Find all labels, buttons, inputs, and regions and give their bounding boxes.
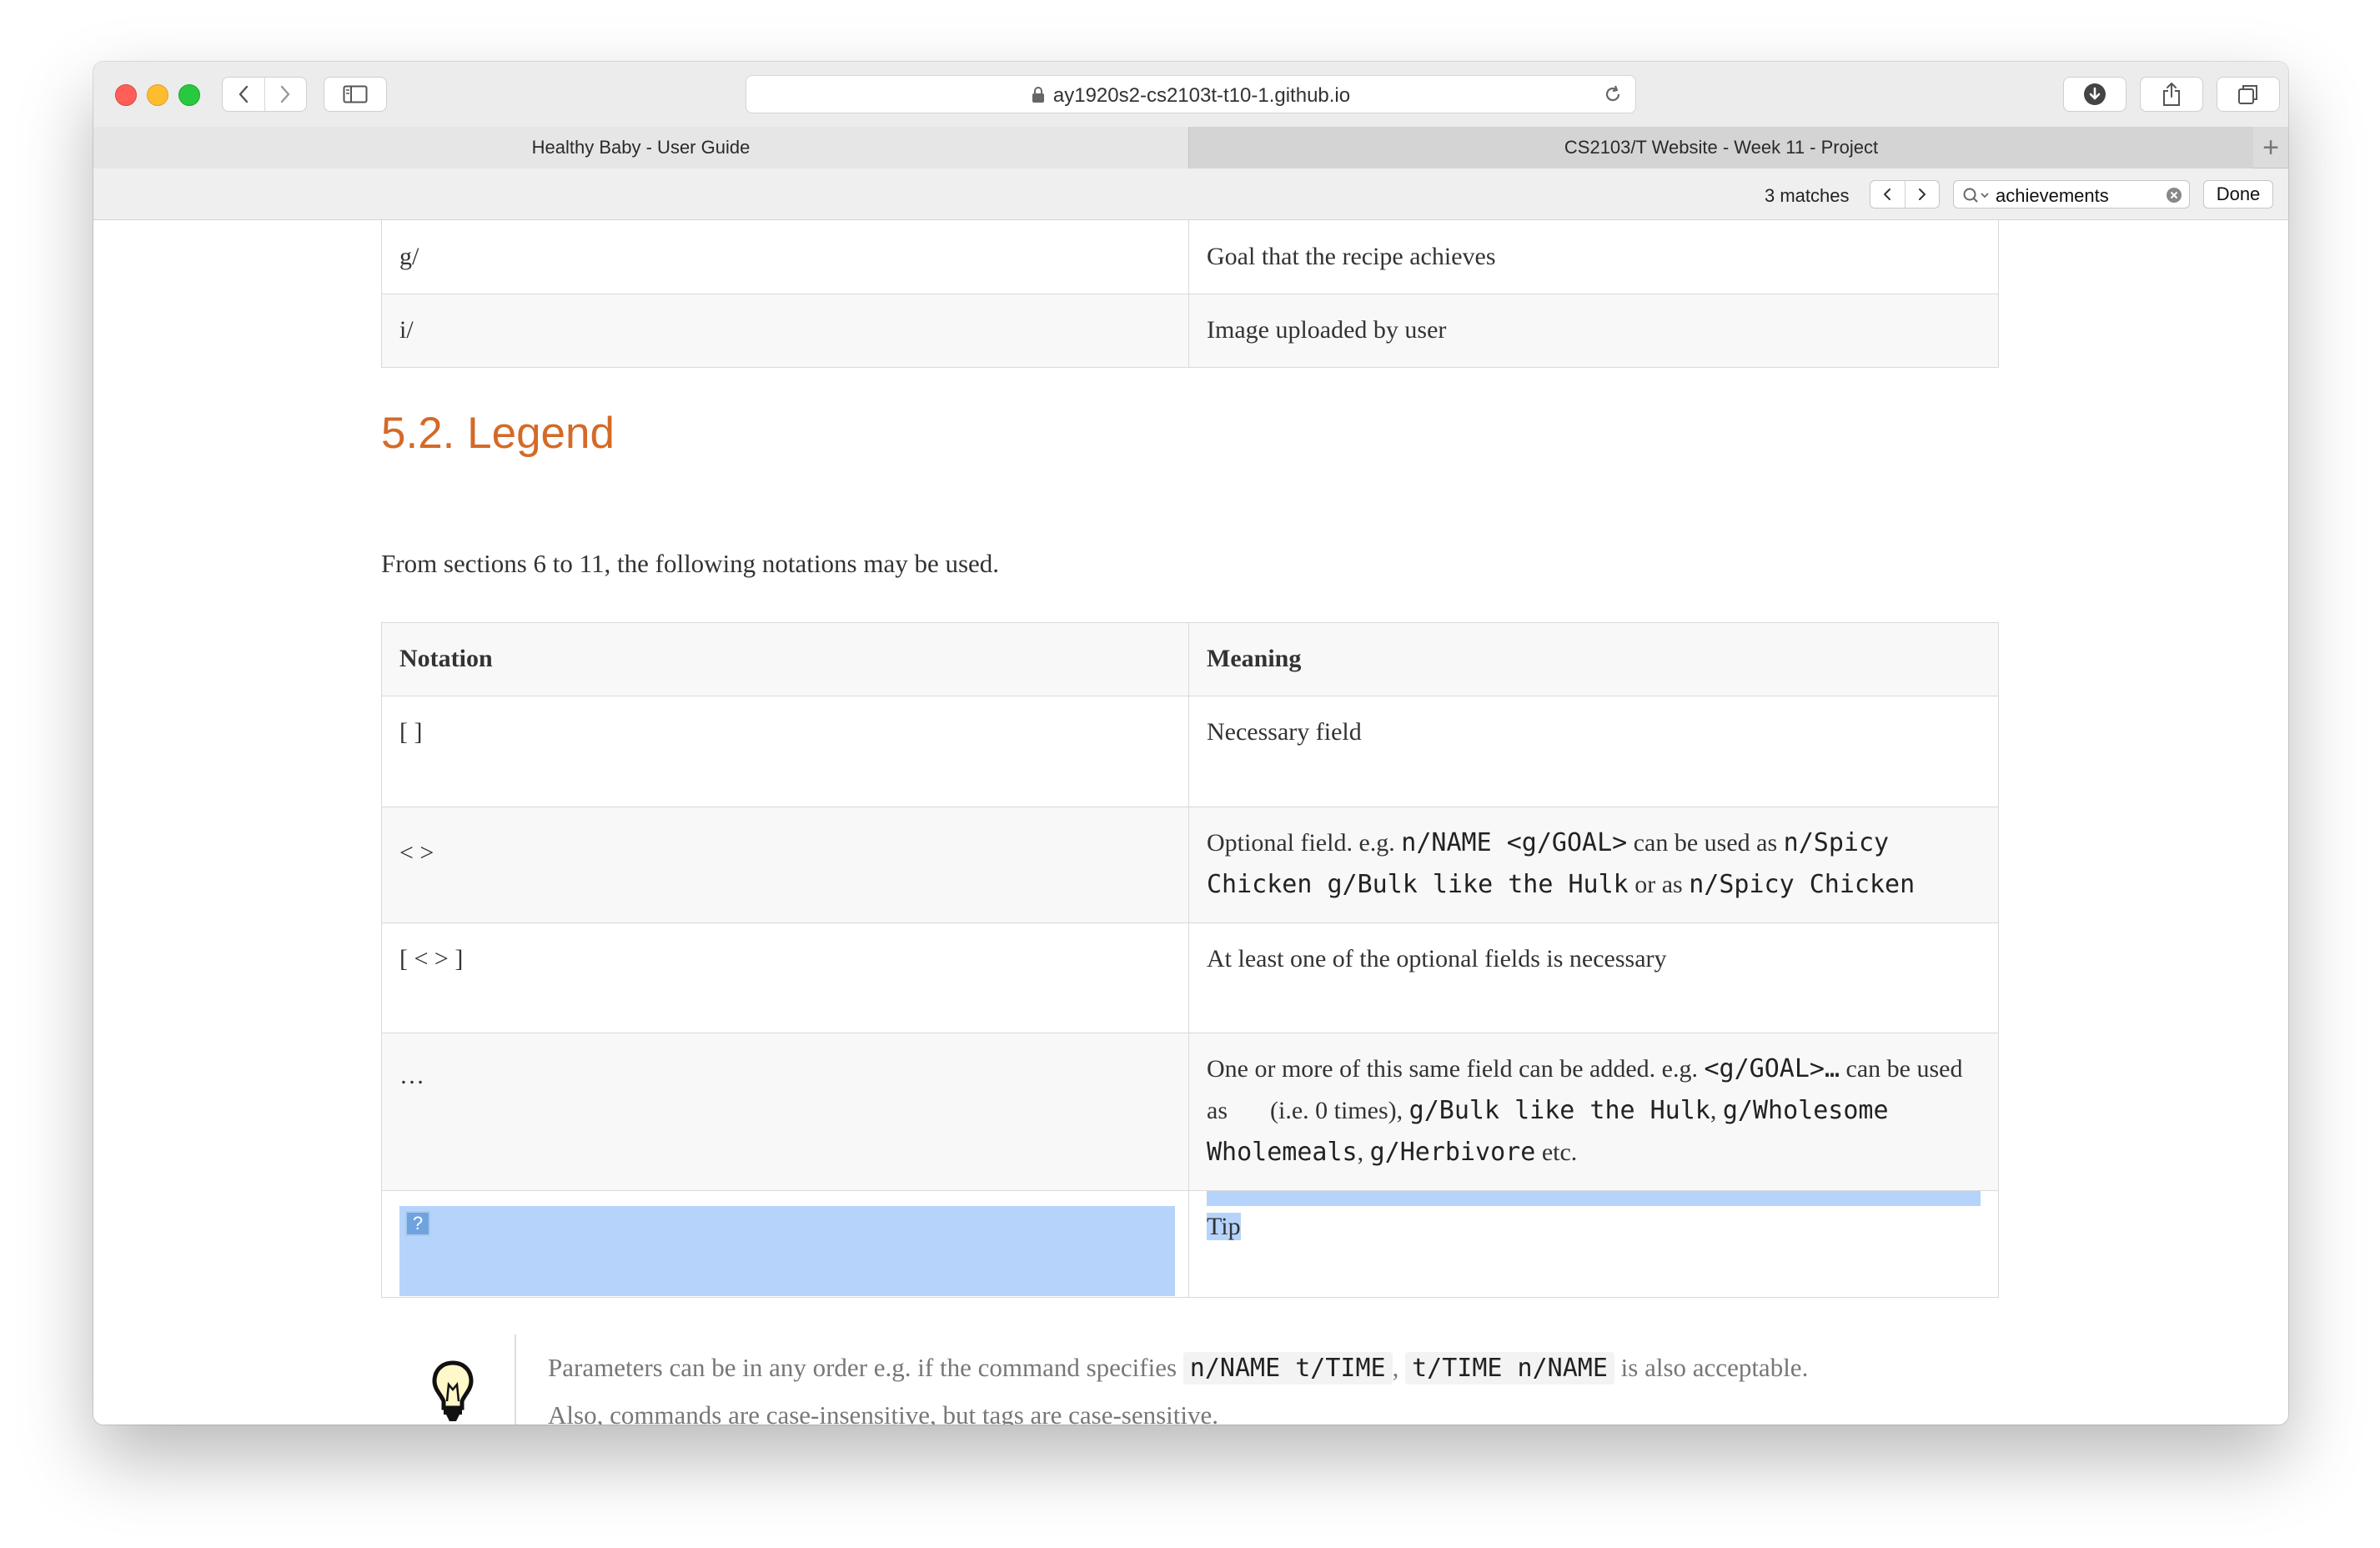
separator: , [1357,1138,1364,1166]
find-done-button[interactable]: Done [2203,180,2273,209]
meaning-cell: Goal that the recipe achieves [1207,243,1496,270]
browser-toolbar: ay1920s2-cs2103t-t10-1.github.io [93,62,2288,128]
tip-text-part: is also acceptable. [1620,1353,1809,1382]
page-content: g/ Goal that the recipe achieves i/ Imag… [93,220,2288,1425]
notation-cell: i/ [399,316,414,344]
clear-search-icon[interactable] [2166,187,2182,204]
meaning-text: etc. [1541,1138,1578,1166]
meaning-cell: Tip [1207,1213,1241,1240]
meaning-cell: Necessary field [1207,718,1362,746]
meaning-text: (i.e. 0 times), [1270,1097,1403,1124]
chevron-left-icon [1884,188,1891,200]
history-nav [222,77,307,112]
notation-cell: [ ] [399,718,423,746]
code-snippet: n/NAME t/TIME [1182,1352,1393,1385]
forward-button[interactable] [265,78,307,111]
downloads-button[interactable] [2063,77,2126,112]
tip-divider [515,1334,516,1425]
find-previous-button[interactable] [1870,181,1906,208]
close-window-button[interactable] [115,84,137,106]
back-button[interactable] [223,78,265,111]
table-row: … One or more of this same field can be … [381,1033,1999,1191]
meaning-text: Optional field. e.g. [1207,829,1395,857]
chevron-right-icon [281,85,290,103]
sidebar-button[interactable] [324,77,387,112]
find-query: achievements [1996,185,2109,206]
meaning-text: can be used as [1633,829,1778,857]
tip-text-part: Parameters can be in any order e.g. if t… [548,1353,1177,1382]
zoom-window-button[interactable] [178,84,200,106]
share-button[interactable] [2140,77,2203,112]
find-match-count: 3 matches [1765,185,1850,206]
table-row: < > Optional field. e.g. n/NAME <g/GOAL>… [381,807,1999,923]
table-row: ? Tip [381,1190,1999,1298]
selection-highlight [1207,1191,1981,1206]
address-bar[interactable]: ay1920s2-cs2103t-t10-1.github.io [746,75,1636,113]
column-header-meaning: Meaning [1207,645,1302,672]
sidebar-icon [343,85,368,103]
notation-cell: g/ [399,243,419,270]
minimize-window-button[interactable] [147,84,168,106]
lock-icon [1032,87,1044,103]
column-header-notation: Notation [399,645,493,672]
tab-healthy-baby-user-guide[interactable]: Healthy Baby - User Guide [93,127,1189,168]
notation-cell: < > [399,839,434,867]
code-snippet: <g/GOAL>… [1704,1054,1840,1083]
find-nav [1870,180,1940,209]
parameters-table: g/ Goal that the recipe achieves i/ Imag… [381,220,1999,368]
table-row: g/ Goal that the recipe achieves [381,220,1999,294]
tab-cs2103-website[interactable]: CS2103/T Website - Week 11 - Project [1189,127,2253,168]
find-search-field[interactable]: achievements [1953,180,2190,209]
table-header-row: Notation Meaning [381,622,1999,696]
selection-highlight [399,1206,1175,1296]
download-icon [2084,83,2106,105]
notation-cell: … [399,1062,424,1089]
meaning-cell: At least one of the optional fields is n… [1207,945,1667,973]
meaning-text: or as [1634,871,1683,898]
code-snippet: g/Bulk like the Hulk [1408,1096,1710,1125]
search-icon [1963,188,1989,203]
tab-bar: Healthy Baby - User Guide CS2103/T Websi… [93,127,2288,168]
tip-icon-image: ? [405,1211,430,1236]
code-snippet: n/Spicy Chicken [1689,870,1916,899]
meaning-text: One or more of this same field can be ad… [1207,1055,1698,1083]
code-snippet: n/NAME <g/GOAL> [1401,828,1628,857]
tip-text: Parameters can be in any order e.g. if t… [548,1344,1982,1425]
legend-intro: From sections 6 to 11, the following not… [381,549,1000,578]
find-next-button[interactable] [1906,181,1940,208]
table-row: [ < > ] At least one of the optional fie… [381,922,1999,1033]
chevron-right-icon [1918,188,1926,200]
meaning-cell: Image uploaded by user [1207,316,1447,344]
table-row: i/ Image uploaded by user [381,294,1999,368]
find-bar: 3 matches achievements Done [93,168,2288,220]
separator: , [1392,1353,1399,1382]
table-row: [ ] Necessary field [381,696,1999,807]
code-snippet: t/TIME n/NAME [1405,1352,1614,1385]
lightbulb-icon [432,1360,474,1421]
code-snippet: g/Herbivore [1369,1138,1536,1167]
share-icon [2163,83,2180,106]
tab-overview-button[interactable] [2217,77,2280,112]
legend-table: Notation Meaning [ ] Necessary field < >… [381,622,1999,1298]
chevron-left-icon [239,85,248,103]
tabs-icon [2238,85,2257,104]
new-tab-button[interactable]: + [2253,127,2288,168]
browser-window: ay1920s2-cs2103t-t10-1.github.io Healthy… [93,62,2288,1425]
tip-text-line: Also, commands are case-insensitive, but… [548,1400,1219,1425]
section-heading: 5.2. Legend [381,409,615,458]
reload-icon[interactable] [1602,83,1624,105]
url-text: ay1920s2-cs2103t-t10-1.github.io [1052,84,1351,107]
separator: , [1710,1097,1717,1124]
notation-cell: [ < > ] [399,945,464,973]
